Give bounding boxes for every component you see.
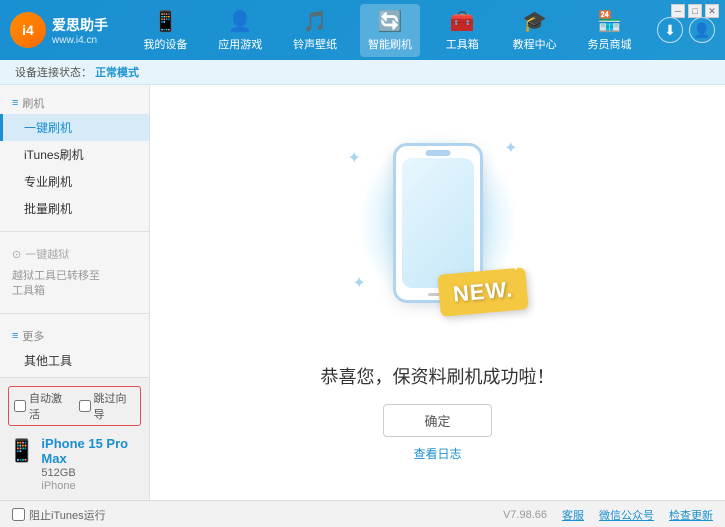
device-icon: 📱	[153, 9, 178, 34]
logo-icon: i4	[10, 12, 46, 48]
sidebar-item-other-tools[interactable]: 其他工具	[0, 347, 149, 374]
window-minimize[interactable]: ─	[671, 4, 685, 18]
phone-notch	[425, 150, 450, 156]
bottom-link-wechat[interactable]: 微信公众号	[599, 507, 654, 523]
device-info: iPhone 15 Pro Max 512GB iPhone	[41, 436, 141, 492]
sidebar-scroll: ≡ 刷机 一键刷机 iTunes刷机 专业刷机 批量刷机 ⊙ 一键越狱 越狱工	[0, 85, 149, 377]
sparkle-1: ✦	[348, 148, 361, 168]
jailbreak-title: ⊙ 一键越狱	[0, 241, 149, 265]
status-bar: 设备连接状态： 正常模式	[0, 60, 725, 85]
flash-icon: 🔄	[378, 9, 403, 34]
no-itunes-checkbox[interactable]	[12, 508, 25, 521]
service-icon: 🏪	[597, 9, 622, 34]
bottom-right-info: V7.98.66 客服 微信公众号 检查更新	[503, 507, 713, 523]
jailbreak-note: 越狱工具已转移至 工具箱	[0, 265, 149, 304]
nav-smart-flash[interactable]: 🔄 智能刷机	[360, 4, 420, 57]
sparkle-3: ✦	[353, 273, 366, 293]
no-itunes-label: 阻止iTunes运行	[29, 507, 106, 523]
toolbox-icon: 🧰	[450, 9, 475, 34]
auto-activate-item[interactable]: 自动激活	[14, 390, 71, 422]
new-badge: NEW. ✦✦	[438, 267, 530, 317]
auto-activate-label: 自动激活	[29, 390, 71, 422]
app-url: www.i4.cn	[52, 35, 108, 46]
more-title: ≡ 更多	[0, 323, 149, 347]
window-maximize[interactable]: □	[688, 4, 702, 18]
nav-my-device[interactable]: 📱 我的设备	[135, 4, 195, 57]
ringtone-icon: 🎵	[303, 9, 328, 34]
app-bottom-bar: 阻止iTunes运行 V7.98.66 客服 微信公众号 检查更新	[0, 500, 725, 527]
device-type: iPhone	[41, 480, 141, 492]
nav-tutorial[interactable]: 🎓 教程中心	[505, 4, 565, 57]
app-logo: i4 爱思助手 www.i4.cn	[10, 12, 108, 48]
more-section: ≡ 更多 其他工具 下载固件 高级功能	[0, 318, 149, 377]
log-link[interactable]: 查看日志	[413, 445, 461, 462]
phone-screen	[402, 158, 474, 288]
nav-service[interactable]: 🏪 务员商城	[579, 4, 639, 57]
device-name: iPhone 15 Pro Max	[41, 436, 141, 466]
flash-section: ≡ 刷机 一键刷机 iTunes刷机 专业刷机 批量刷机	[0, 85, 149, 227]
sidebar-item-pro-flash[interactable]: 专业刷机	[0, 168, 149, 195]
main-content: ✦ ✦ ✦ NEW. ✦✦ 恭喜您，保资料刷机成功啦！ 确定 查看日志	[150, 85, 725, 500]
version-label: V7.98.66	[503, 509, 547, 521]
jailbreak-section: ⊙ 一键越狱 越狱工具已转移至 工具箱	[0, 236, 149, 309]
new-badge-text: NEW.	[452, 276, 514, 307]
status-mode: 正常模式	[95, 67, 139, 79]
apps-icon: 👤	[228, 9, 253, 34]
main-nav: 📱 我的设备 👤 应用游戏 🎵 铃声壁纸 🔄 智能刷机 🧰 工具箱 🎓	[128, 4, 647, 57]
skip-guide-checkbox[interactable]	[79, 400, 91, 412]
sidebar-item-itunes-flash[interactable]: iTunes刷机	[0, 141, 149, 168]
device-footer: 自动激活 跳过向导 📱 iPhone 15 Pro Max 512GB iPho…	[0, 377, 149, 500]
sidebar-item-one-key-flash[interactable]: 一键刷机	[0, 114, 149, 141]
download-button[interactable]: ⬇	[657, 17, 683, 43]
header-right: ⬇ 👤	[657, 17, 715, 43]
bottom-link-service[interactable]: 客服	[562, 507, 584, 523]
device-info-row: 📱 iPhone 15 Pro Max 512GB iPhone	[8, 432, 141, 492]
tutorial-icon: 🎓	[522, 9, 547, 34]
success-message: 恭喜您，保资料刷机成功啦！	[321, 363, 555, 389]
app-title: 爱思助手	[52, 15, 108, 35]
skip-guide-item[interactable]: 跳过向导	[79, 390, 136, 422]
bottom-link-update[interactable]: 检查更新	[669, 507, 713, 523]
nav-ringtone[interactable]: 🎵 铃声壁纸	[285, 4, 345, 57]
auto-activate-checkbox[interactable]	[14, 400, 26, 412]
nav-app-games[interactable]: 👤 应用游戏	[210, 4, 270, 57]
confirm-button[interactable]: 确定	[383, 404, 491, 437]
left-panel: ≡ 刷机 一键刷机 iTunes刷机 专业刷机 批量刷机 ⊙ 一键越狱 越狱工	[0, 85, 150, 500]
jailbreak-label: 一键越狱	[25, 246, 69, 262]
flash-group-title: ≡ 刷机	[0, 90, 149, 114]
status-prefix: 设备连接状态：	[15, 67, 92, 79]
no-itunes-check[interactable]: 阻止iTunes运行	[12, 507, 503, 523]
new-badge-stars: ✦✦	[511, 262, 529, 274]
sidebar-item-batch-flash[interactable]: 批量刷机	[0, 195, 149, 222]
window-close[interactable]: ✕	[705, 4, 719, 18]
phone-illustration: ✦ ✦ ✦ NEW. ✦✦	[338, 123, 538, 343]
skip-guide-label: 跳过向导	[94, 390, 136, 422]
sparkle-2: ✦	[504, 138, 517, 158]
device-checkbox-row: 自动激活 跳过向导	[8, 386, 141, 426]
nav-toolbox[interactable]: 🧰 工具箱	[435, 4, 490, 57]
user-button[interactable]: 👤	[689, 17, 715, 43]
device-storage: 512GB	[41, 467, 141, 479]
device-phone-icon: 📱	[8, 438, 35, 464]
